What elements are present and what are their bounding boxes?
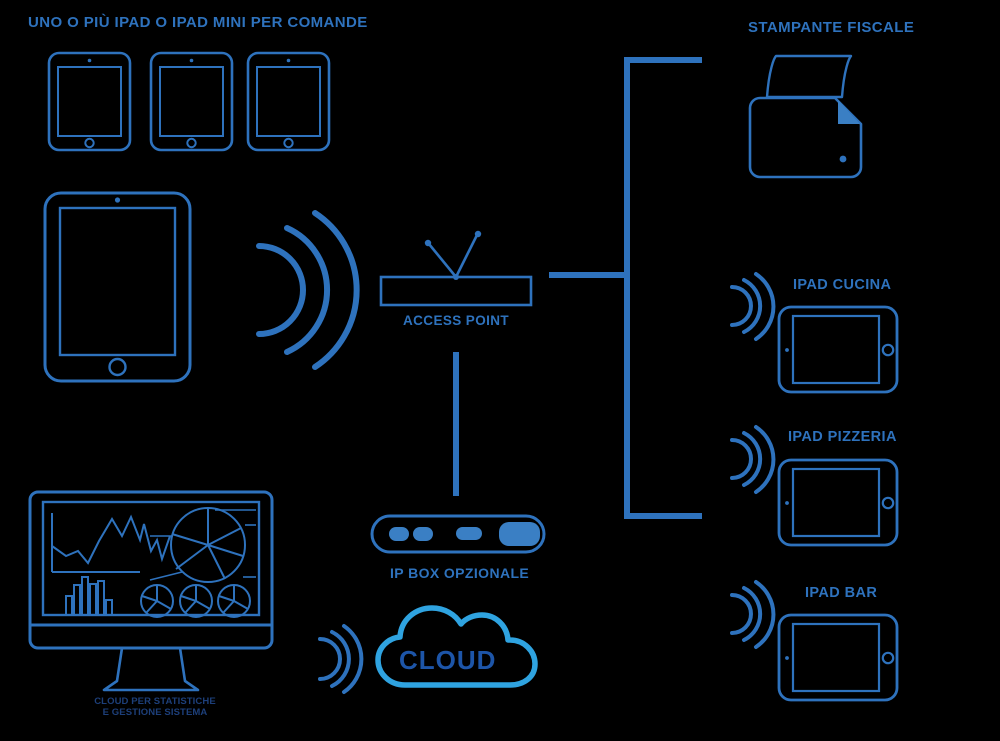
ipad-cucina-label: IPAD CUCINA: [793, 277, 892, 293]
ipad-main[interactable]: [43, 191, 192, 383]
wifi-cloud: [318, 624, 364, 694]
statistics-monitor[interactable]: [28, 490, 274, 692]
statistics-monitor-label: CLOUD PER STATISTICHE E GESTIONE SISTEMA: [0, 696, 310, 719]
wifi-ipad-pizzeria: [730, 425, 776, 494]
diagram-canvas: UNO O PIÙ IPAD O IPAD MINI PER COMANDE A…: [0, 0, 1000, 741]
chart-line: [51, 513, 171, 573]
ipad-mini-1[interactable]: [47, 51, 132, 152]
ip-box-label: IP BOX OPZIONALE: [390, 565, 530, 581]
fiscal-printer-label: STAMPANTE FISCALE: [748, 19, 915, 36]
ipad-bar[interactable]: [777, 613, 899, 702]
fiscal-printer[interactable]: [748, 54, 863, 179]
cloud-label: CLOUD: [399, 645, 497, 675]
ip-box[interactable]: [370, 514, 546, 554]
access-point-label: ACCESS POINT: [403, 313, 510, 328]
ipad-pizzeria-label: IPAD PIZZERIA: [788, 429, 897, 445]
diagram-graphics: [28, 51, 899, 702]
ipad-pizzeria[interactable]: [777, 458, 899, 547]
ipad-mini-3[interactable]: [246, 51, 331, 152]
page-title: UNO O PIÙ IPAD O IPAD MINI PER COMANDE: [28, 14, 368, 31]
chart-bars: [64, 576, 113, 616]
wifi-ipad-bar: [730, 580, 776, 649]
wifi-ipad-cucina: [730, 272, 776, 341]
access-point[interactable]: [379, 230, 533, 307]
ipad-bar-label: IPAD BAR: [805, 585, 878, 601]
ipad-mini-2[interactable]: [149, 51, 234, 152]
chart-pie-small-2: [179, 584, 213, 618]
chart-pie-small-1: [140, 584, 174, 618]
connection-lines: [453, 57, 702, 519]
chart-pie-small-3: [217, 584, 251, 618]
wifi-ipad-main: [256, 210, 360, 370]
ipad-cucina[interactable]: [777, 305, 899, 394]
statistics-label-line-2: E GESTIONE SISTEMA: [102, 706, 208, 718]
